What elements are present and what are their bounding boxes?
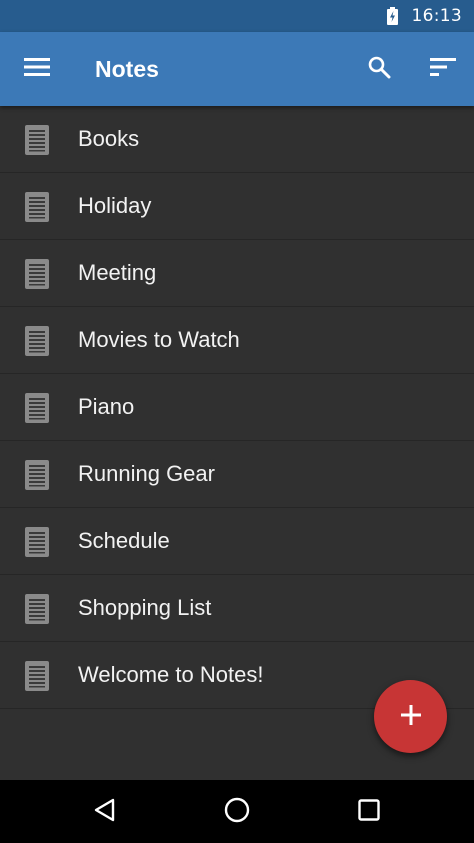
navigation-bar bbox=[0, 780, 474, 843]
recents-square-icon bbox=[357, 798, 381, 826]
note-list-item[interactable]: Shopping List bbox=[0, 575, 474, 642]
note-title: Meeting bbox=[78, 260, 157, 285]
note-list-item[interactable]: Books bbox=[0, 106, 474, 173]
search-button[interactable] bbox=[360, 51, 398, 87]
note-icon bbox=[25, 594, 49, 624]
back-button[interactable] bbox=[83, 790, 127, 834]
note-list-item[interactable]: Movies to Watch bbox=[0, 307, 474, 374]
home-circle-icon bbox=[223, 796, 251, 828]
note-title: Running Gear bbox=[78, 461, 215, 486]
battery-charging-icon bbox=[386, 7, 398, 25]
note-title: Books bbox=[78, 126, 140, 151]
note-list: Books Holiday Meeting Movies to Watch Pi… bbox=[0, 106, 474, 709]
note-icon bbox=[25, 661, 49, 691]
search-icon bbox=[367, 55, 391, 83]
note-list-item[interactable]: Holiday bbox=[0, 173, 474, 240]
sort-icon bbox=[430, 58, 456, 80]
note-icon bbox=[25, 192, 49, 222]
note-list-item[interactable]: Running Gear bbox=[0, 441, 474, 508]
app-bar: Notes bbox=[0, 32, 474, 106]
menu-button[interactable] bbox=[17, 51, 57, 87]
note-list-item[interactable]: Piano bbox=[0, 374, 474, 441]
sort-button[interactable] bbox=[423, 51, 463, 87]
note-title: Piano bbox=[78, 394, 135, 419]
note-icon bbox=[25, 326, 49, 356]
back-triangle-icon bbox=[92, 797, 118, 827]
add-note-button[interactable] bbox=[374, 680, 447, 753]
note-title: Holiday bbox=[78, 193, 152, 218]
note-icon bbox=[25, 393, 49, 423]
note-icon bbox=[25, 460, 49, 490]
recents-button[interactable] bbox=[347, 790, 391, 834]
note-title: Schedule bbox=[78, 528, 170, 553]
status-bar: 16:13 bbox=[0, 0, 474, 32]
note-title: Welcome to Notes! bbox=[78, 662, 264, 687]
plus-icon bbox=[400, 704, 422, 730]
note-icon bbox=[25, 259, 49, 289]
status-time: 16:13 bbox=[411, 6, 462, 26]
note-icon bbox=[25, 125, 49, 155]
note-title: Shopping List bbox=[78, 595, 212, 620]
app-title: Notes bbox=[95, 56, 159, 82]
note-list-item[interactable]: Schedule bbox=[0, 508, 474, 575]
note-list-item[interactable]: Meeting bbox=[0, 240, 474, 307]
note-icon bbox=[25, 527, 49, 557]
home-button[interactable] bbox=[215, 790, 259, 834]
hamburger-menu-icon bbox=[24, 57, 50, 81]
note-title: Movies to Watch bbox=[78, 327, 240, 352]
